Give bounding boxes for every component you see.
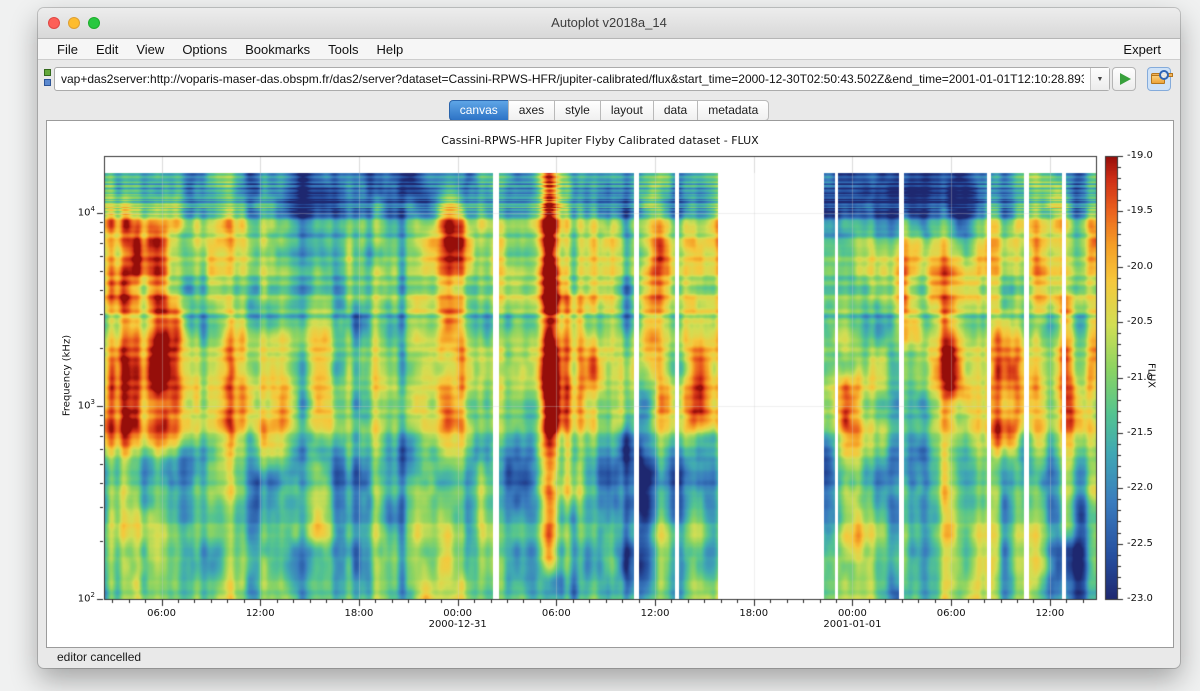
menu-help[interactable]: Help xyxy=(368,42,413,57)
colorbar-tick-label: -19.0 xyxy=(1127,150,1171,161)
window-title: Autoplot v2018a_14 xyxy=(38,8,1180,38)
x-tick-label: 06:00 xyxy=(526,608,586,619)
colorbar-tick-label: -19.5 xyxy=(1127,205,1171,216)
play-icon xyxy=(1120,73,1131,85)
colorbar-tick-label: -22.0 xyxy=(1127,482,1171,493)
tab-layout[interactable]: layout xyxy=(600,100,654,121)
menu-options[interactable]: Options xyxy=(173,42,236,57)
x-tick-label: 06:00 xyxy=(132,608,192,619)
colorbar-tick-label: -21.5 xyxy=(1127,427,1171,438)
colorbar-tick-label: -21.0 xyxy=(1127,372,1171,383)
status-bar: editor cancelled xyxy=(38,647,1180,668)
x-tick-label: 18:00 xyxy=(724,608,784,619)
colorbar-tick-label: -20.0 xyxy=(1127,261,1171,272)
blue-square-icon xyxy=(44,79,51,86)
y-tick-label: 102 xyxy=(47,591,95,604)
das2-datasource-icon xyxy=(43,69,53,89)
status-text: editor cancelled xyxy=(57,650,141,664)
tab-style[interactable]: style xyxy=(554,100,601,121)
go-button[interactable] xyxy=(1112,67,1136,91)
x-tick-label: 12:00 xyxy=(230,608,290,619)
chevron-down-icon: ▼ xyxy=(1097,76,1104,83)
menu-edit[interactable]: Edit xyxy=(87,42,127,57)
canvas-panel: Cassini-RPWS-HFR Jupiter Flyby Calibrate… xyxy=(46,120,1174,648)
y-tick-label: 103 xyxy=(47,398,95,411)
colorbar-tick-label: -20.5 xyxy=(1127,316,1171,327)
y-tick-label: 104 xyxy=(47,205,95,218)
x-tick-label: 12:00 xyxy=(625,608,685,619)
tab-metadata[interactable]: metadata xyxy=(697,100,769,121)
x-tick-label: 00:00 xyxy=(822,608,882,619)
app-window: Autoplot v2018a_14 File Edit View Option… xyxy=(38,8,1180,668)
colorbar-tick-label: -22.5 xyxy=(1127,538,1171,549)
x-tick-label: 06:00 xyxy=(921,608,981,619)
menu-file[interactable]: File xyxy=(48,42,87,57)
menubar: File Edit View Options Bookmarks Tools H… xyxy=(38,39,1180,60)
inspect-uri-button[interactable] xyxy=(1147,67,1171,91)
x-tick-date: 2000-12-31 xyxy=(418,619,498,630)
green-square-icon xyxy=(44,69,51,76)
tab-data[interactable]: data xyxy=(653,100,698,121)
uri-dropdown-button[interactable]: ▼ xyxy=(1090,68,1109,90)
plot-canvas[interactable] xyxy=(47,121,1173,647)
uri-combobox: ▼ xyxy=(54,67,1110,91)
menu-expert-mode[interactable]: Expert xyxy=(1114,42,1170,57)
colorbar-tick-label: -23.0 xyxy=(1127,593,1171,604)
titlebar[interactable]: Autoplot v2018a_14 xyxy=(38,8,1180,39)
menu-view[interactable]: View xyxy=(127,42,173,57)
tab-axes[interactable]: axes xyxy=(508,100,555,121)
x-tick-date: 2001-01-01 xyxy=(812,619,892,630)
plot-title: Cassini-RPWS-HFR Jupiter Flyby Calibrate… xyxy=(104,134,1096,147)
folder-magnifier-icon xyxy=(1151,73,1167,86)
menu-tools[interactable]: Tools xyxy=(319,42,367,57)
tab-canvas[interactable]: canvas xyxy=(449,100,509,121)
y-axis-label: Frequency (kHz) xyxy=(62,276,73,476)
x-tick-label: 00:00 xyxy=(428,608,488,619)
menu-bookmarks[interactable]: Bookmarks xyxy=(236,42,319,57)
uri-input[interactable] xyxy=(55,68,1090,90)
x-tick-label: 12:00 xyxy=(1020,608,1080,619)
x-tick-label: 18:00 xyxy=(329,608,389,619)
address-toolbar: ▼ xyxy=(38,60,1180,98)
